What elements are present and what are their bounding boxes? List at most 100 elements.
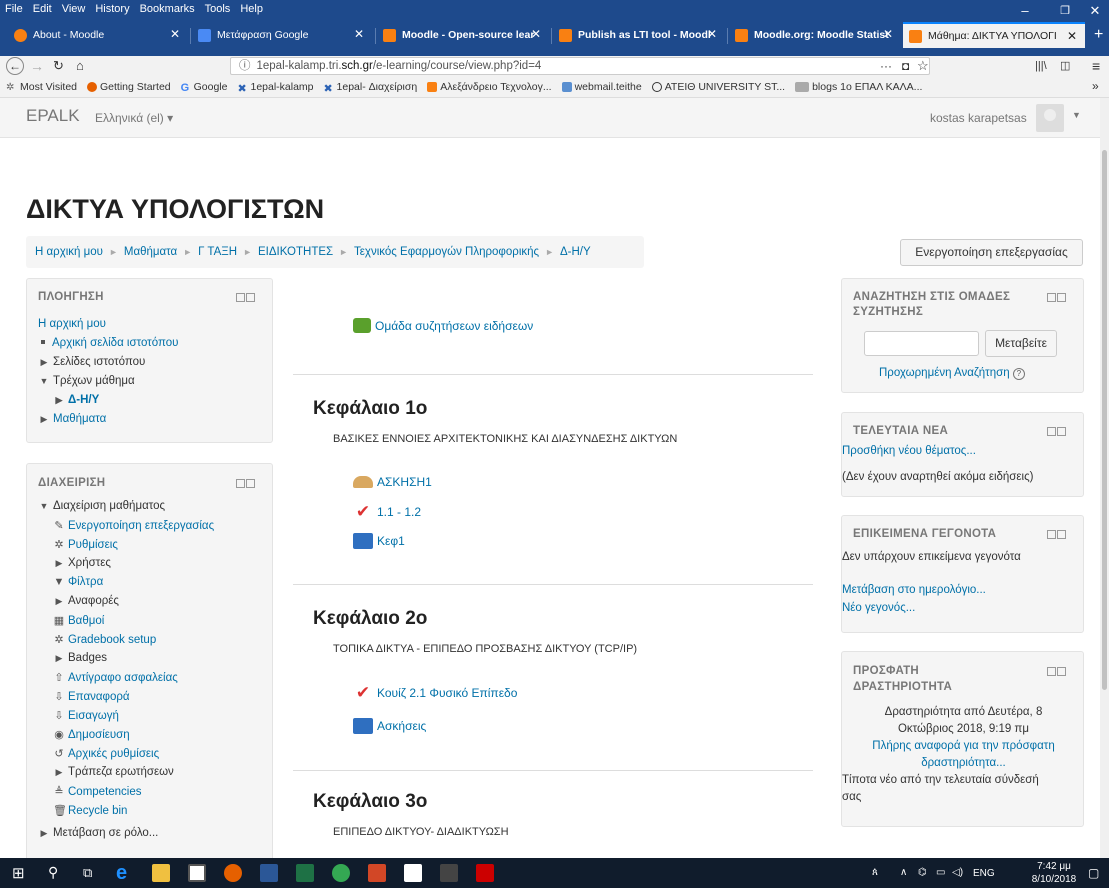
admin-filters[interactable]: ▼ Φίλτρα	[53, 576, 104, 588]
block-dock-icon[interactable]	[236, 291, 256, 302]
document-icon[interactable]	[404, 864, 422, 882]
menu-help[interactable]: Help	[235, 3, 268, 15]
nav-current-course[interactable]: ▼ Τρέχων μάθημα	[38, 375, 135, 387]
excel-icon[interactable]	[296, 864, 314, 882]
activity-folder[interactable]: Ασκήσεις	[353, 718, 426, 734]
tab-google-translate[interactable]: Μετάφραση Google ✕	[192, 22, 372, 48]
firefox-icon[interactable]	[224, 864, 242, 882]
library-icon[interactable]: |||\	[1035, 56, 1047, 76]
admin-publish[interactable]: ◉ Δημοσίευση	[53, 728, 129, 741]
admin-grades[interactable]: ▦ Βαθμοί	[53, 614, 105, 627]
bookmark-blogs[interactable]: blogs 1ο ΕΠΑΛ ΚΑΛΑ...	[795, 81, 922, 93]
advanced-search-link[interactable]: Προχωρημένη Αναζήτηση ?	[879, 367, 1025, 380]
tab-moodle-statistics[interactable]: Moodle.org: Moodle Statist ✕	[729, 22, 901, 48]
help-icon[interactable]: ?	[1012, 368, 1025, 380]
menu-file[interactable]: File	[0, 3, 28, 15]
bookmark-alexandreio[interactable]: Αλεξάνδρειο Τεχνολογ...	[427, 81, 552, 93]
sidebar-icon[interactable]: ◫	[1060, 56, 1070, 76]
app-icon[interactable]	[440, 864, 458, 882]
bookmark-ateith[interactable]: ΑΤΕΙΘ UNIVERSITY ST...	[651, 81, 785, 93]
admin-gradebook-setup[interactable]: ✲ Gradebook setup	[53, 633, 156, 646]
url-bar[interactable]: ⓘ 1epal-kalamp.tri.sch.gr/e-learning/cour…	[230, 57, 930, 75]
tray-chevron-icon[interactable]: ∧	[900, 867, 907, 878]
block-dock-icon[interactable]	[236, 477, 256, 488]
bookmark-star-icon[interactable]: ☆	[917, 56, 929, 76]
chrome-icon[interactable]	[332, 864, 350, 882]
breadcrumb-it-technician[interactable]: Τεχνικός Εφαρμογών Πληροφορικής	[354, 246, 539, 258]
close-tab-icon[interactable]: ✕	[1067, 29, 1077, 43]
forward-icon[interactable]: →	[30, 56, 44, 76]
nav-courses[interactable]: ▶ Μαθήματα	[38, 413, 107, 425]
word-icon[interactable]	[260, 864, 278, 882]
network-icon[interactable]: ⌬	[918, 867, 927, 878]
admin-settings[interactable]: ✲ Ρυθμίσεις	[53, 538, 117, 551]
reload-icon[interactable]: ↻	[53, 56, 64, 76]
user-menu-caret-icon[interactable]: ▼	[1072, 110, 1081, 120]
new-event-link[interactable]: Νέο γεγονός...	[842, 602, 915, 614]
block-dock-icon[interactable]	[1047, 528, 1067, 539]
page-actions-icon[interactable]: ···	[880, 56, 892, 76]
nav-course-dhy[interactable]: ▶ Δ-Η/Υ	[53, 394, 100, 406]
acrobat-icon[interactable]	[476, 864, 494, 882]
site-brand[interactable]: EPALK	[26, 106, 80, 126]
admin-recycle-bin[interactable]: 🗑Recycle bin	[53, 804, 127, 817]
tab-course-active[interactable]: Μάθημα: ΔΙΚΤΥΑ ΥΠΟΛΟΓΙ ✕	[903, 22, 1085, 48]
breadcrumb-home[interactable]: Η αρχική μου	[35, 246, 103, 258]
scrollbar-thumb[interactable]	[1102, 150, 1107, 690]
info-icon[interactable]: ⓘ	[239, 60, 251, 72]
bookmark-webmail[interactable]: webmail.teithe	[561, 81, 642, 93]
breadcrumb-grade[interactable]: Γ ΤΑΞΗ	[198, 246, 237, 258]
menu-edit[interactable]: Edit	[28, 3, 57, 15]
go-to-calendar-link[interactable]: Μετάβαση στο ημερολόγιο...	[842, 584, 986, 596]
file-explorer-icon[interactable]	[152, 864, 170, 882]
task-view-icon[interactable]: ⧉	[83, 865, 92, 881]
admin-turn-editing-on[interactable]: ✎ Ενεργοποίηση επεξεργασίας	[53, 519, 214, 532]
search-go-button[interactable]: Μεταβείτε	[985, 330, 1057, 357]
admin-switch-role[interactable]: ▶ Μετάβαση σε ρόλο...	[38, 827, 159, 839]
admin-reports[interactable]: ▶ Αναφορές	[53, 595, 119, 607]
block-dock-icon[interactable]	[1047, 425, 1067, 436]
bookmark-google[interactable]: G Google	[181, 81, 228, 94]
edge-icon[interactable]: e	[116, 863, 134, 883]
input-language[interactable]: ENG	[973, 868, 995, 879]
forum-search-input[interactable]	[864, 331, 979, 356]
close-tab-icon[interactable]: ✕	[883, 27, 893, 41]
user-name[interactable]: kostas karapetsas	[930, 111, 1027, 125]
bookmark-1epal-admin[interactable]: ✖ 1epal- Διαχείριση	[324, 81, 418, 95]
volume-icon[interactable]: ◁)	[952, 867, 963, 878]
tab-about-moodle[interactable]: About - Moodle ✕	[8, 22, 188, 48]
activity-quiz[interactable]: ✔ 1.1 - 1.2	[353, 503, 421, 520]
nav-my-home[interactable]: Η αρχική μου	[38, 318, 106, 330]
admin-users[interactable]: ▶ Χρήστες	[53, 557, 111, 569]
block-dock-icon[interactable]	[1047, 291, 1067, 302]
add-news-topic-link[interactable]: Προσθήκη νέου θέματος...	[842, 445, 976, 457]
pocket-icon[interactable]: ◘	[902, 56, 909, 76]
admin-course-administration[interactable]: ▼ Διαχείριση μαθήματος	[38, 500, 166, 512]
activity-quiz[interactable]: ✔ Κουίζ 2.1 Φυσικό Επίπεδο	[353, 684, 518, 701]
admin-import[interactable]: ⇩ Εισαγωγή	[53, 709, 118, 722]
breadcrumb-specialties[interactable]: ΕΙΔΙΚΟΤΗΤΕΣ	[258, 246, 333, 258]
battery-icon[interactable]: ▭	[936, 867, 945, 878]
menu-bookmarks[interactable]: Bookmarks	[135, 3, 200, 15]
activity-folder[interactable]: Κεφ1	[353, 533, 405, 549]
back-icon[interactable]: ←	[6, 57, 24, 75]
notifications-icon[interactable]: ▢	[1088, 866, 1099, 880]
search-icon[interactable]: ⚲	[48, 864, 58, 881]
full-report-link-line2[interactable]: δραστηριότητα...	[842, 757, 1085, 769]
language-menu[interactable]: Ελληνικά (el) ▾	[95, 111, 173, 125]
admin-question-bank[interactable]: ▶ Τράπεζα ερωτήσεων	[53, 766, 174, 778]
store-icon[interactable]	[188, 864, 206, 882]
bookmark-getting-started[interactable]: Getting Started	[87, 81, 171, 93]
bookmark-most-visited[interactable]: ✲ Most Visited	[6, 81, 77, 93]
nav-site-pages[interactable]: ▶ Σελίδες ιστοτόπου	[38, 356, 146, 368]
avatar[interactable]	[1036, 104, 1064, 132]
admin-reset[interactable]: ↺ Αρχικές ρυθμίσεις	[53, 747, 159, 760]
home-icon[interactable]: ⌂	[76, 56, 84, 76]
tab-moodle-open-source[interactable]: Moodle - Open-source lear ✕	[377, 22, 549, 48]
clock-date[interactable]: 8/10/2018	[1025, 874, 1083, 885]
close-tab-icon[interactable]: ✕	[707, 27, 717, 41]
admin-competencies[interactable]: ≜ Competencies	[53, 785, 141, 798]
activity-assignment[interactable]: ΑΣΚΗΣΗ1	[353, 475, 432, 489]
bookmark-1epal-kalamp[interactable]: ✖ 1epal-kalamp	[237, 81, 313, 95]
close-tab-icon[interactable]: ✕	[170, 27, 180, 41]
